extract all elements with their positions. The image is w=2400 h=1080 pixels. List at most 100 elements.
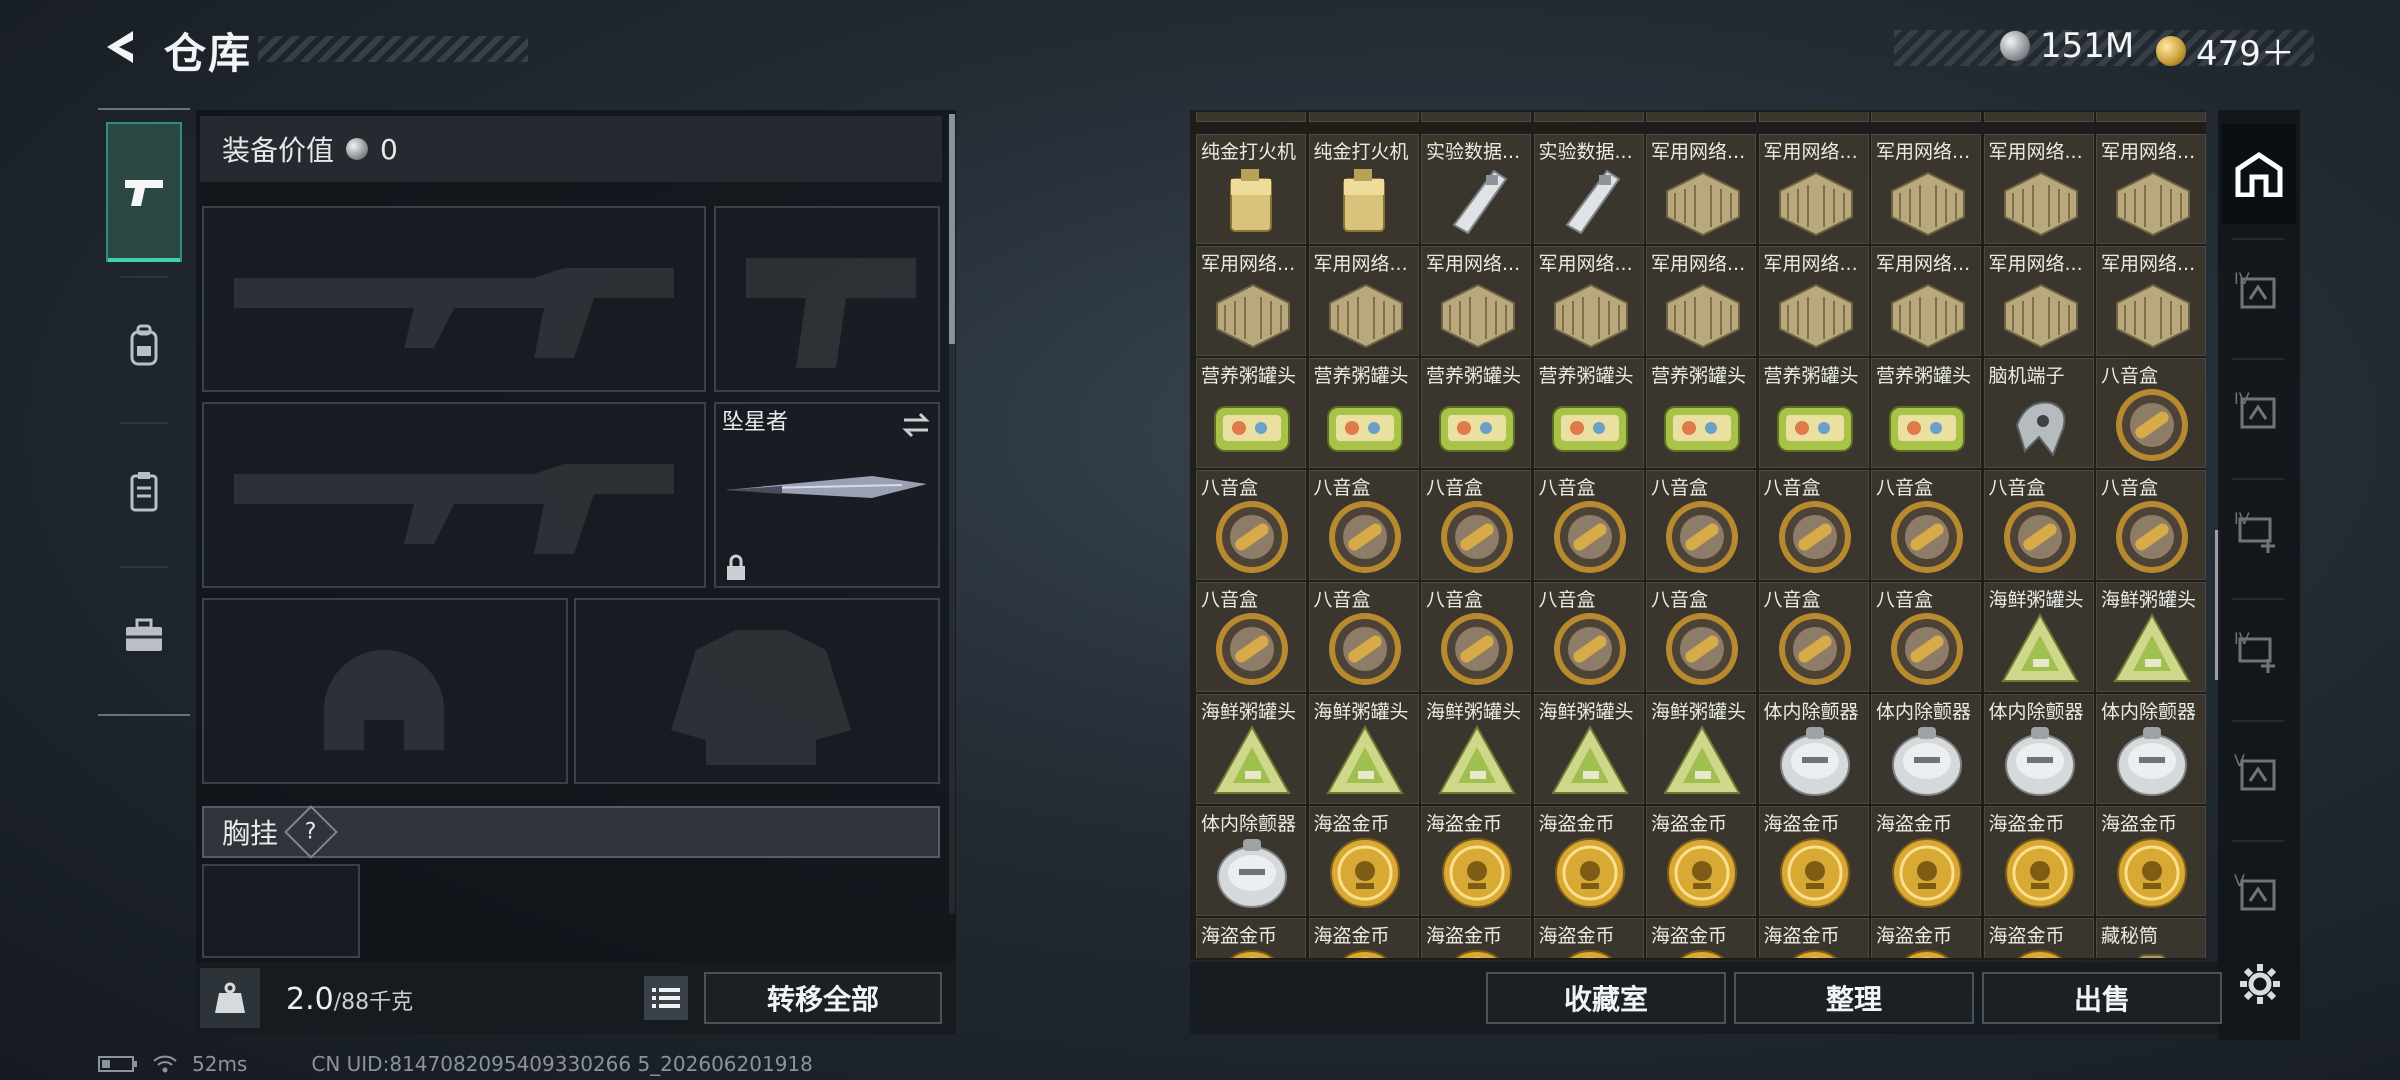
stash-item[interactable]: 海盗金币	[1758, 918, 1869, 958]
chest-rig-slot[interactable]	[202, 864, 360, 958]
stash-tab-1[interactable]: IV	[2222, 244, 2296, 344]
stash-item[interactable]: 脑机端子	[1983, 358, 2094, 468]
stash-item[interactable]: 军用网络...	[1308, 246, 1419, 356]
stash-cell-partial[interactable]	[1983, 112, 2094, 122]
stash-item[interactable]: 体内除颤器	[1871, 694, 1981, 804]
stash-item[interactable]: 海鲜粥罐头	[1308, 694, 1419, 804]
stash-item[interactable]: 海盗金币	[1646, 918, 1756, 958]
stash-item[interactable]: 八音盒	[1308, 582, 1419, 692]
stash-tab-4[interactable]: IV	[2222, 604, 2296, 704]
stash-item[interactable]: 八音盒	[1533, 582, 1644, 692]
help-icon[interactable]: ?	[284, 805, 338, 859]
stash-cell-partial[interactable]	[1196, 112, 1306, 122]
stash-item[interactable]: 海盗金币	[1196, 918, 1306, 958]
stash-item[interactable]: 八音盒	[1983, 470, 2094, 580]
stash-cell-partial[interactable]	[1421, 112, 1531, 122]
swap-icon[interactable]	[900, 410, 932, 440]
stash-item[interactable]: 军用网络...	[1871, 134, 1981, 244]
stash-item[interactable]: 海盗金币	[1421, 806, 1531, 916]
stash-item[interactable]: 实验数据...	[1533, 134, 1644, 244]
stash-item[interactable]: 海盗金币	[1871, 918, 1981, 958]
stash-item[interactable]: 营养粥罐头	[1646, 358, 1756, 468]
stash-item[interactable]: 军用网络...	[1421, 246, 1531, 356]
armor-slot[interactable]	[574, 598, 940, 784]
stash-item[interactable]: 海鲜粥罐头	[1646, 694, 1756, 804]
stash-item[interactable]: 体内除颤器	[2096, 694, 2206, 804]
stash-item[interactable]: 八音盒	[1871, 470, 1981, 580]
stash-item[interactable]: 军用网络...	[1196, 246, 1306, 356]
stash-item[interactable]: 海鲜粥罐头	[1196, 694, 1306, 804]
stash-item[interactable]: 八音盒	[1421, 582, 1531, 692]
transfer-all-button[interactable]: 转移全部	[704, 972, 942, 1024]
nav-weapons[interactable]	[106, 122, 182, 262]
sidearm-slot[interactable]	[714, 206, 940, 392]
stash-item[interactable]: 纯金打火机	[1308, 134, 1419, 244]
stash-item[interactable]: 海盗金币	[1983, 918, 2094, 958]
stash-item[interactable]: 军用网络...	[1646, 246, 1756, 356]
primary-weapon-slot[interactable]	[202, 206, 706, 392]
stash-item[interactable]: 营养粥罐头	[1308, 358, 1419, 468]
stash-tab-5[interactable]: V	[2222, 726, 2296, 826]
list-view-button[interactable]	[644, 976, 688, 1020]
stash-item[interactable]: 军用网络...	[1646, 134, 1756, 244]
stash-item[interactable]: 八音盒	[1308, 470, 1419, 580]
collection-room-button[interactable]: 收藏室	[1486, 972, 1726, 1024]
stash-item[interactable]: 八音盒	[1421, 470, 1531, 580]
stash-item[interactable]: 营养粥罐头	[1871, 358, 1981, 468]
stash-item[interactable]: 军用网络...	[1533, 246, 1644, 356]
stash-tab-2[interactable]: IV	[2222, 364, 2296, 464]
stash-item[interactable]: 营养粥罐头	[1533, 358, 1644, 468]
stash-item[interactable]: 八音盒	[1871, 582, 1981, 692]
stash-item[interactable]: 军用网络...	[1871, 246, 1981, 356]
stash-item[interactable]: 八音盒	[1758, 582, 1869, 692]
stash-item[interactable]: 海鲜粥罐头	[1533, 694, 1644, 804]
sell-button[interactable]: 出售	[1982, 972, 2222, 1024]
stash-cell-partial[interactable]	[1533, 112, 1644, 122]
stash-item[interactable]: 海盗金币	[1421, 918, 1531, 958]
back-button[interactable]	[96, 22, 146, 72]
stash-item[interactable]: 军用网络...	[2096, 134, 2206, 244]
stash-item[interactable]: 八音盒	[1196, 582, 1306, 692]
nav-armor[interactable]	[106, 422, 182, 562]
stash-item[interactable]: 体内除颤器	[1758, 694, 1869, 804]
stash-item[interactable]: 八音盒	[1533, 470, 1644, 580]
stash-item[interactable]: 八音盒	[1646, 582, 1756, 692]
gold-currency[interactable]: 479＋	[2156, 26, 2295, 75]
stash-tab-3[interactable]: IV	[2222, 484, 2296, 584]
stash-item[interactable]: 体内除颤器	[1983, 694, 2094, 804]
stash-item[interactable]: 海鲜粥罐头	[2096, 582, 2206, 692]
stash-item[interactable]: 军用网络...	[1983, 134, 2094, 244]
stash-item[interactable]: 八音盒	[1196, 470, 1306, 580]
equipment-scrollbar[interactable]	[949, 114, 955, 344]
stash-item[interactable]: 海盗金币	[1983, 806, 2094, 916]
stash-item[interactable]: 八音盒	[1758, 470, 1869, 580]
secondary-weapon-slot[interactable]	[202, 402, 706, 588]
stash-cell-partial[interactable]	[1758, 112, 1869, 122]
stash-item[interactable]: 军用网络...	[1758, 246, 1869, 356]
stash-item[interactable]: 海盗金币	[1308, 806, 1419, 916]
stash-item[interactable]: 营养粥罐头	[1421, 358, 1531, 468]
stash-tab-6[interactable]: V	[2222, 846, 2296, 946]
stash-item[interactable]: 海鲜粥罐头	[1983, 582, 2094, 692]
stash-cell-partial[interactable]	[1646, 112, 1756, 122]
stash-item[interactable]: 纯金打火机	[1196, 134, 1306, 244]
stash-item[interactable]: 军用网络...	[1983, 246, 2094, 356]
stash-item[interactable]: 海盗金币	[1646, 806, 1756, 916]
nav-backpack[interactable]	[106, 276, 182, 416]
stash-cell-partial[interactable]	[1871, 112, 1981, 122]
stash-item[interactable]: 营养粥罐头	[1196, 358, 1306, 468]
stash-item[interactable]: 营养粥罐头	[1758, 358, 1869, 468]
settings-gear-icon[interactable]	[2238, 962, 2282, 1006]
stash-tab-main[interactable]	[2222, 124, 2296, 224]
stash-item[interactable]: 海盗金币	[2096, 806, 2206, 916]
stash-item[interactable]: 海盗金币	[1758, 806, 1869, 916]
nav-case[interactable]	[106, 566, 182, 706]
stash-item[interactable]: 藏秘筒	[2096, 918, 2206, 958]
stash-item[interactable]: 实验数据...	[1421, 134, 1531, 244]
stash-cell-partial[interactable]	[2096, 112, 2206, 122]
stash-item[interactable]: 八音盒	[2096, 358, 2206, 468]
stash-item[interactable]: 海盗金币	[1308, 918, 1419, 958]
stash-cell-partial[interactable]	[1308, 112, 1419, 122]
stash-item[interactable]: 军用网络...	[1758, 134, 1869, 244]
helmet-slot[interactable]	[202, 598, 568, 784]
